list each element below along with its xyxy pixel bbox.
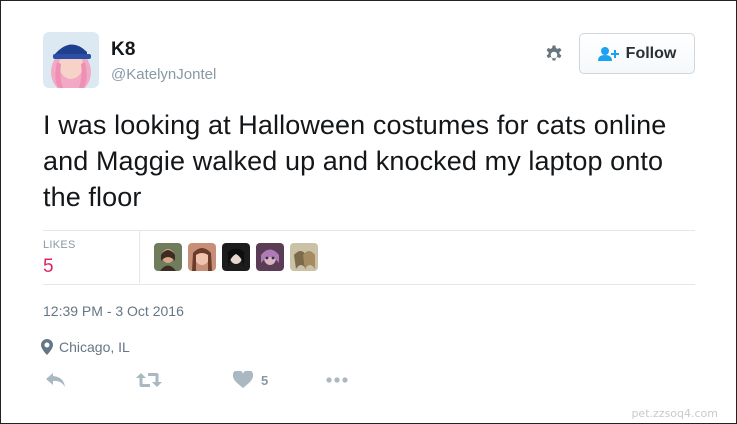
liker-avatar-3[interactable]: [222, 243, 250, 271]
likes-count[interactable]: 5: [43, 256, 54, 278]
avatar-image-icon: [43, 32, 99, 88]
stats-top-divider: [43, 230, 695, 231]
follow-label: Follow: [625, 44, 677, 62]
liker-avatar-1[interactable]: [154, 243, 182, 271]
liker-avatar-2[interactable]: [188, 243, 216, 271]
watermark: pet.zzsoq4.com: [631, 407, 718, 420]
retweet-icon: [136, 373, 162, 387]
tweet-card: K8 @KatelynJontel Follow I was looking a…: [0, 0, 737, 424]
reply-icon: [46, 373, 65, 387]
location-text: Chicago, IL: [59, 339, 130, 355]
stats-bottom-divider: [43, 284, 695, 285]
retweet-button[interactable]: [136, 371, 162, 389]
tweet-location[interactable]: Chicago, IL: [41, 339, 130, 355]
add-user-icon: [597, 46, 619, 61]
gear-icon[interactable]: [542, 42, 566, 66]
liker-avatars: [154, 243, 318, 271]
stats-vertical-divider: [139, 231, 140, 283]
more-button[interactable]: [326, 377, 348, 383]
liker-avatar-5[interactable]: [290, 243, 318, 271]
user-handle[interactable]: @KatelynJontel: [111, 66, 216, 83]
liker-avatar-4[interactable]: [256, 243, 284, 271]
map-pin-icon: [41, 339, 53, 355]
heart-icon: [233, 371, 253, 388]
follow-button[interactable]: Follow: [579, 33, 695, 74]
display-name[interactable]: K8: [111, 39, 136, 61]
likes-label: LIKES: [43, 239, 76, 251]
user-avatar[interactable]: [43, 32, 99, 88]
reply-button[interactable]: [45, 371, 67, 389]
like-count: 5: [261, 372, 269, 388]
tweet-timestamp[interactable]: 12:39 PM - 3 Oct 2016: [43, 303, 184, 319]
tweet-actions: 5: [43, 371, 363, 393]
like-button[interactable]: 5: [233, 371, 268, 389]
more-icon: [326, 377, 348, 383]
tweet-text: I was looking at Halloween costumes for …: [43, 110, 667, 212]
